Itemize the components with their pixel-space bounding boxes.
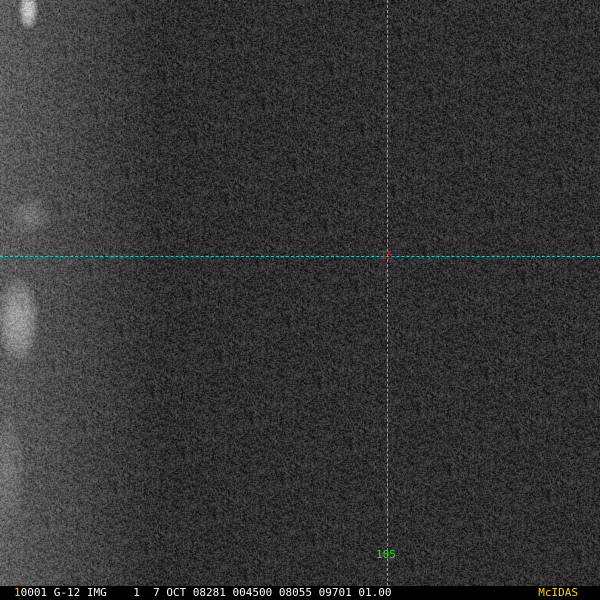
latitude-label: 15 xyxy=(380,249,394,262)
image-metadata-text: 0001 G-12 IMG 1 7 OCT 08281 004500 08055… xyxy=(20,586,392,599)
satellite-imagery xyxy=(0,0,600,586)
satellite-image-viewer: 15 105 10001 G-12 IMG 1 7 OCT 08281 0045… xyxy=(0,0,600,600)
longitude-label: 105 xyxy=(376,548,396,561)
status-bar: 10001 G-12 IMG 1 7 OCT 08281 004500 0805… xyxy=(0,586,600,600)
frame-number: 1 xyxy=(14,586,21,599)
mcidas-brand-label: McIDAS xyxy=(538,586,578,599)
longitude-gridline xyxy=(387,0,388,586)
latitude-gridline xyxy=(0,256,600,257)
